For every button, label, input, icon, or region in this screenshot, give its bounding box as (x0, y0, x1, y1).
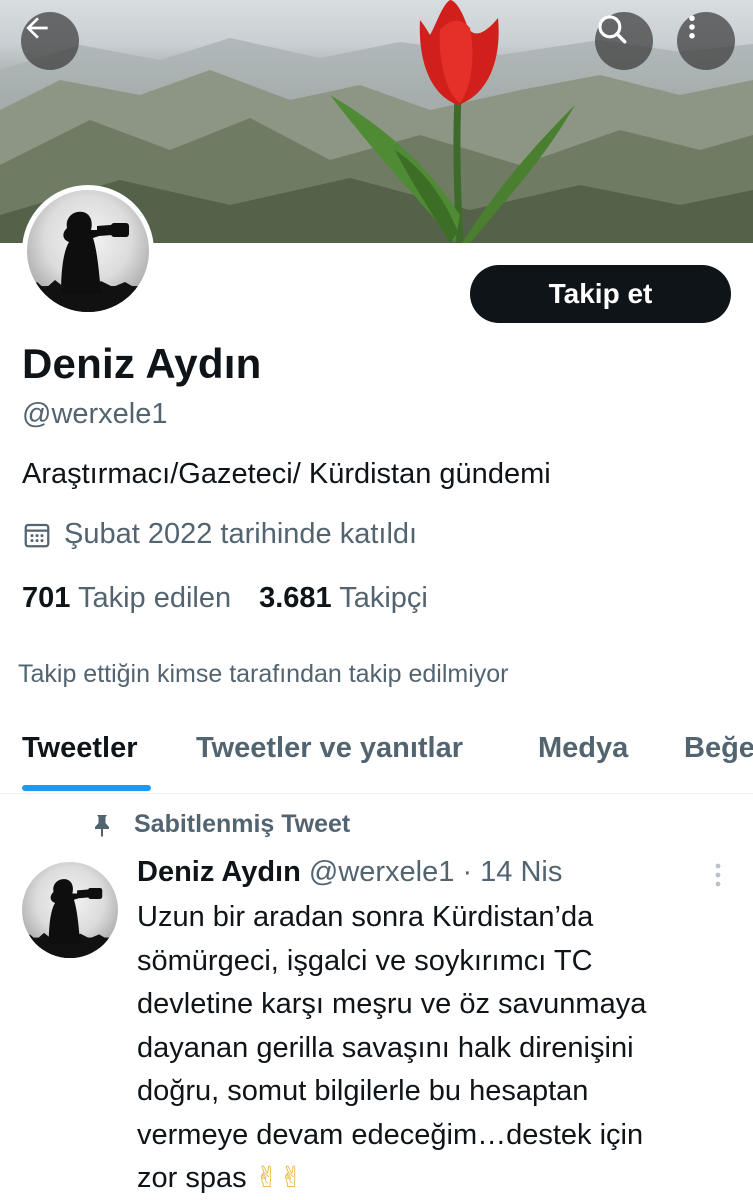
tweet-avatar[interactable] (22, 862, 118, 958)
tab-tweets-and-replies[interactable]: Tweetler ve yanıtlar (196, 732, 463, 765)
tweet-header: Deniz Aydın @werxele1 · 14 Nis (137, 856, 562, 889)
followers-count: 3.681 (259, 582, 332, 614)
tab-media[interactable]: Medya (538, 732, 628, 765)
arrow-left-icon (26, 17, 48, 39)
tweet-body: Uzun bir aradan sonra Kürdistan’da sömür… (137, 896, 737, 1200)
tweet-line: sömürgeci, işgalci ve soykırımcı TC (137, 944, 593, 977)
following-link[interactable]: 701 Takip edilen (22, 582, 231, 615)
profile-tabs: Tweetler Tweetler ve yanıtlar Medya Beğe (0, 712, 753, 794)
tweet-line: zor spas ✌✌ (137, 1157, 737, 1200)
followers-label: Takipçi (339, 582, 428, 614)
join-date: Şubat 2022 tarihinde katıldı (22, 518, 417, 551)
profile-avatar[interactable] (22, 185, 154, 317)
tweet-line-text: zor spas (137, 1162, 247, 1194)
tweet-line: dayanan gerilla savaşını halk direnişini (137, 1031, 634, 1064)
back-button[interactable] (21, 12, 79, 70)
calendar-icon (24, 523, 50, 547)
pinned-text: Sabitlenmiş Tweet (134, 810, 351, 838)
tweet-separator: · (462, 856, 473, 888)
tweet-author-handle[interactable]: @werxele1 (309, 856, 455, 888)
more-options-button[interactable] (677, 12, 735, 70)
followers-link[interactable]: 3.681 Takipçi (259, 582, 428, 615)
tab-likes[interactable]: Beğe (684, 732, 753, 765)
search-button[interactable] (595, 12, 653, 70)
pin-icon (95, 814, 109, 837)
profile-handle: @werxele1 (22, 398, 168, 430)
pinned-tweet-label: Sabitlenmiş Tweet (90, 810, 350, 839)
join-date-text: Şubat 2022 tarihinde katıldı (64, 518, 418, 550)
tab-tweets[interactable]: Tweetler (22, 732, 138, 765)
victory-hand-emoji: ✌✌ (254, 1162, 304, 1194)
following-count: 701 (22, 582, 71, 614)
tweet-author-name[interactable]: Deniz Aydın (137, 856, 301, 888)
tweet-more-icon[interactable] (706, 860, 730, 890)
tweet-line: devletine karşı meşru ve öz savunmaya (137, 988, 647, 1020)
search-icon (598, 15, 627, 44)
active-tab-indicator (22, 785, 151, 791)
following-label: Takip edilen (77, 582, 232, 614)
profile-bio: Araştırmacı/Gazeteci/ Kürdistan gündemi (22, 458, 551, 490)
follow-stats: 701 Takip edilen 3.681 Takipçi (22, 582, 428, 615)
mutual-followers-note: Takip ettiğin kimse tarafından takip edi… (18, 660, 509, 688)
avatar-photographer-silhouette (27, 190, 149, 312)
tweet-line: vermeye devam edeceğim…destek için (137, 1118, 644, 1151)
follow-button[interactable]: Takip et (470, 265, 731, 323)
tweet-date[interactable]: 14 Nis (480, 856, 562, 888)
more-vertical-icon (689, 15, 695, 39)
profile-name: Deniz Aydın (22, 340, 262, 387)
tweet-line: Uzun bir aradan sonra Kürdistan’da (137, 901, 594, 933)
tweet-line: doğru, somut bilgilerle bu hesaptan (137, 1075, 589, 1107)
